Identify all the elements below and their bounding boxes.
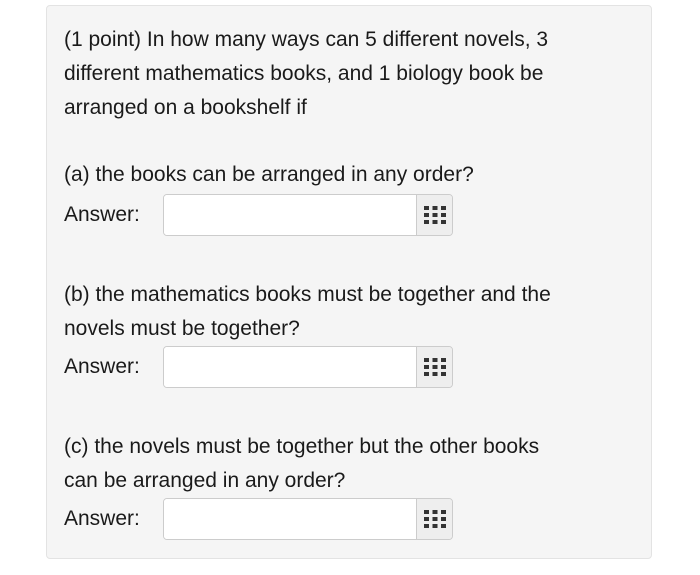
part-b-answer-group — [163, 346, 453, 388]
grid-icon — [423, 206, 446, 224]
part-b-question-line-2: novels must be together? — [64, 317, 300, 340]
part-a-equation-palette-button[interactable] — [416, 195, 452, 235]
part-c-equation-palette-button[interactable] — [416, 499, 452, 539]
part-a-question: (a) the books can be arranged in any ord… — [64, 163, 474, 186]
problem-panel: (1 point) In how many ways can 5 differe… — [46, 5, 652, 559]
intro-line-3: arranged on a bookshelf if — [64, 96, 307, 119]
intro-line-1: (1 point) In how many ways can 5 differe… — [64, 28, 549, 51]
part-a-answer-label: Answer: — [64, 203, 140, 226]
part-b-answer-input[interactable] — [164, 347, 416, 387]
part-a-answer-input[interactable] — [164, 195, 416, 235]
part-c-question-line-1: (c) the novels must be together but the … — [64, 435, 540, 458]
part-c-answer-group — [163, 498, 453, 540]
part-b-equation-palette-button[interactable] — [416, 347, 452, 387]
part-b-answer-label: Answer: — [64, 355, 140, 378]
part-b-question-line-1: (b) the mathematics books must be togeth… — [64, 283, 551, 306]
intro-line-2: different mathematics books, and 1 biolo… — [64, 62, 544, 85]
part-c-answer-input[interactable] — [164, 499, 416, 539]
part-a-answer-group — [163, 194, 453, 236]
grid-icon — [423, 358, 446, 376]
grid-icon — [423, 510, 446, 528]
part-c-answer-label: Answer: — [64, 507, 140, 530]
part-c-question-line-2: can be arranged in any order? — [64, 469, 346, 492]
